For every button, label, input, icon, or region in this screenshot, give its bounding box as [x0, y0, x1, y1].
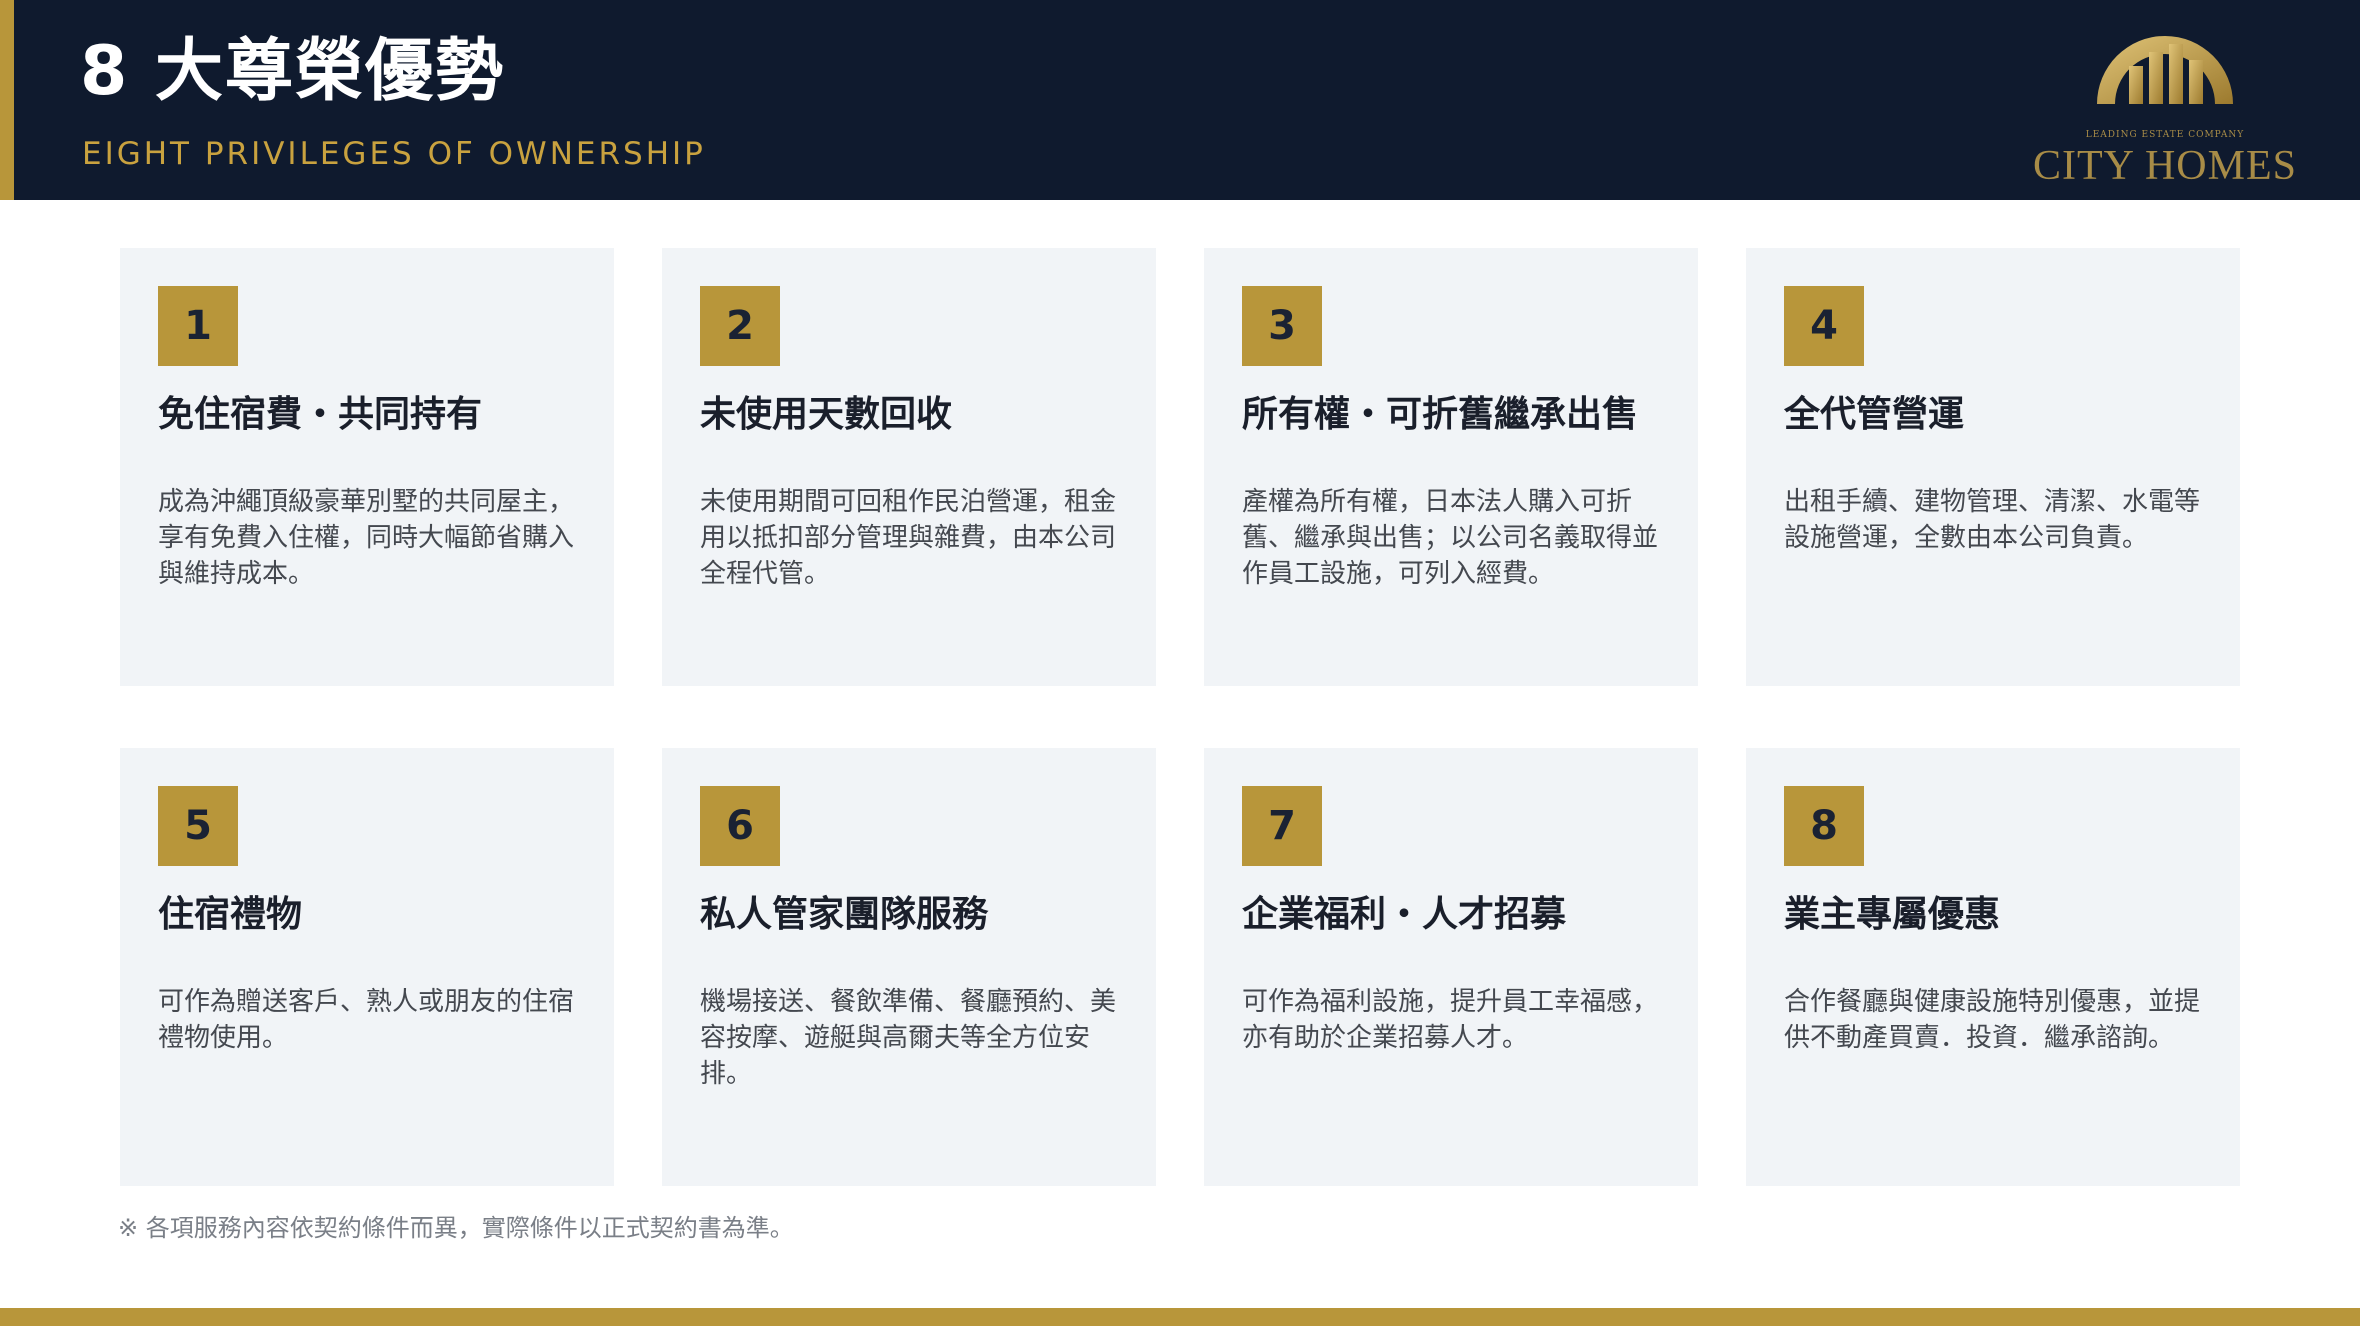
card-title: 未使用天數回收 [700, 394, 953, 435]
building-arch-icon [2097, 36, 2233, 104]
city-homes-logo: LEADING ESTATE COMPANY CITY HOMES [2030, 14, 2300, 190]
header-accent-stripe [0, 0, 14, 200]
card-number-badge: 1 [158, 286, 238, 366]
card-description: 機場接送、餐飲準備、餐廳預約、美容按摩、遊艇與高爾夫等全方位安排。 [700, 987, 1117, 1089]
card-description: 可作為福利設施，提升員工幸福感，亦有助於企業招募人才。 [1242, 987, 1659, 1053]
logo-tagline: LEADING ESTATE COMPANY [2085, 130, 2245, 140]
privilege-card-1: 1 免住宿費・共同持有 成為沖繩頂級豪華別墅的共同屋主，享有免費入住權，同時大幅… [120, 248, 614, 686]
card-description: 成為沖繩頂級豪華別墅的共同屋主，享有免費入住權，同時大幅節省購入與維持成本。 [158, 487, 575, 589]
privilege-card-2: 2 未使用天數回收 未使用期間可回租作民泊營運，租金用以抵扣部分管理與雜費，由本… [662, 248, 1156, 686]
card-title: 全代管營運 [1784, 394, 1965, 435]
privilege-card-4: 4 全代管營運 出租手續、建物管理、清潔、水電等設施營運，全數由本公司負責。 [1746, 248, 2240, 686]
card-number-badge: 5 [158, 786, 238, 866]
card-title: 免住宿費・共同持有 [158, 394, 483, 435]
logo-name: CITY HOMES [2033, 143, 2297, 189]
card-title: 企業福利・人才招募 [1242, 894, 1567, 935]
card-description: 可作為贈送客戶、熟人或朋友的住宿禮物使用。 [158, 987, 575, 1053]
card-title: 所有權・可折舊繼承出售 [1242, 394, 1639, 435]
footnote: ※ 各項服務內容依契約條件而異，實際條件以正式契約書為準。 [118, 1214, 794, 1242]
privilege-card-7: 7 企業福利・人才招募 可作為福利設施，提升員工幸福感，亦有助於企業招募人才。 [1204, 748, 1698, 1186]
page-subtitle: EIGHT PRIVILEGES OF OWNERSHIP [82, 136, 706, 172]
bottom-gold-bar [0, 1308, 2360, 1326]
privilege-card-8: 8 業主專屬優惠 合作餐廳與健康設施特別優惠，並提供不動產買賣．投資．繼承諮詢。 [1746, 748, 2240, 1186]
privilege-card-5: 5 住宿禮物 可作為贈送客戶、熟人或朋友的住宿禮物使用。 [120, 748, 614, 1186]
header-bar: 8 大尊榮優勢 EIGHT PRIVILEGES OF OWNERSHIP LE… [0, 0, 2360, 200]
card-number-badge: 3 [1242, 286, 1322, 366]
card-number-badge: 2 [700, 286, 780, 366]
card-number-badge: 7 [1242, 786, 1322, 866]
card-title: 業主專屬優惠 [1784, 894, 2001, 935]
card-description: 合作餐廳與健康設施特別優惠，並提供不動產買賣．投資．繼承諮詢。 [1784, 987, 2201, 1053]
privilege-card-3: 3 所有權・可折舊繼承出售 產權為所有權，日本法人購入可折舊、繼承與出售；以公司… [1204, 248, 1698, 686]
privilege-card-6: 6 私人管家團隊服務 機場接送、餐飲準備、餐廳預約、美容按摩、遊艇與高爾夫等全方… [662, 748, 1156, 1186]
card-number-badge: 4 [1784, 286, 1864, 366]
card-title: 私人管家團隊服務 [700, 894, 989, 935]
page-title: 8 大尊榮優勢 [80, 32, 505, 111]
card-number-badge: 6 [700, 786, 780, 866]
card-description: 未使用期間可回租作民泊營運，租金用以抵扣部分管理與雜費，由本公司全程代管。 [700, 487, 1117, 589]
card-description: 產權為所有權，日本法人購入可折舊、繼承與出售；以公司名義取得並作員工設施，可列入… [1242, 487, 1659, 589]
card-title: 住宿禮物 [158, 894, 303, 935]
card-description: 出租手續、建物管理、清潔、水電等設施營運，全數由本公司負責。 [1784, 487, 2201, 553]
card-number-badge: 8 [1784, 786, 1864, 866]
